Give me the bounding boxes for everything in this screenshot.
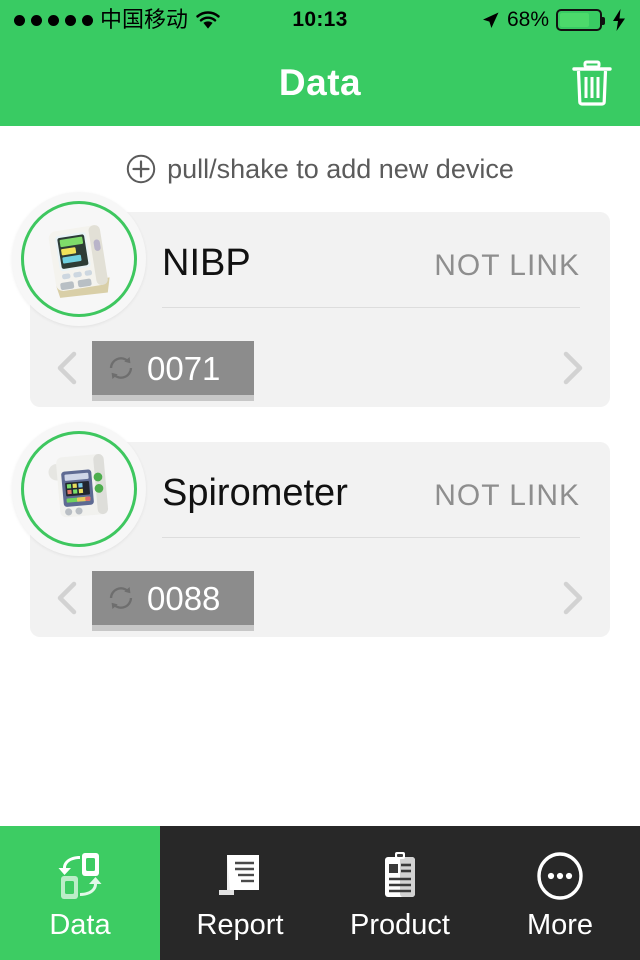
sync-refresh-icon	[106, 583, 136, 613]
spirometer-icon	[27, 435, 131, 544]
device-header: NIBP NOT LINK	[162, 212, 610, 283]
page-title: Data	[278, 62, 362, 103]
divider	[162, 307, 580, 308]
blood-pressure-monitor-icon	[27, 205, 131, 314]
tab-more-label: More	[526, 908, 594, 941]
device-card[interactable]: Spirometer NOT LINK 0088	[12, 422, 610, 637]
chevron-right-icon[interactable]	[552, 578, 592, 618]
device-list: NIBP NOT LINK 0071 Spirometer NOT LINK 0…	[0, 192, 640, 637]
chevron-left-icon[interactable]	[48, 348, 88, 388]
trash-icon[interactable]	[566, 57, 618, 109]
navigation-bar: Data	[0, 40, 640, 126]
tab-report[interactable]: Report	[160, 826, 320, 960]
device-header: Spirometer NOT LINK	[162, 442, 610, 513]
document-icon	[211, 847, 269, 905]
plus-circle-icon	[126, 154, 156, 184]
device-id-label: 0088	[147, 579, 221, 617]
sync-refresh-icon	[106, 353, 136, 383]
chevron-right-icon[interactable]	[552, 348, 592, 388]
tab-product[interactable]: Product	[320, 826, 480, 960]
status-badge: NOT LINK	[434, 479, 580, 512]
location-arrow-icon	[481, 11, 500, 30]
tab-data[interactable]: Data	[0, 826, 160, 960]
tab-more[interactable]: More	[480, 826, 640, 960]
tab-bar: Data Report Product More	[0, 826, 640, 960]
tab-report-label: Report	[196, 908, 284, 941]
device-name: NIBP	[162, 242, 251, 284]
battery-percent-label: 68%	[506, 8, 549, 31]
battery-icon	[556, 9, 605, 31]
status-bar-right: 68%	[481, 8, 626, 32]
device-name: Spirometer	[162, 472, 348, 514]
device-id-tag[interactable]: 0088	[92, 571, 254, 631]
status-badge: NOT LINK	[434, 249, 580, 282]
data-sync-icon	[51, 847, 109, 905]
lightning-bolt-icon	[612, 9, 626, 31]
avatar-ring	[21, 431, 137, 547]
add-device-hint-label: pull/shake to add new device	[167, 153, 514, 184]
divider	[162, 537, 580, 538]
status-bar: 中国移动 10:13 68%	[0, 0, 640, 40]
avatar-ring	[21, 201, 137, 317]
device-card[interactable]: NIBP NOT LINK 0071	[12, 192, 610, 407]
device-footer: 0088	[30, 559, 610, 637]
clipboard-icon	[371, 847, 429, 905]
tab-data-label: Data	[49, 908, 111, 941]
tab-product-label: Product	[350, 908, 450, 941]
ellipsis-circle-icon	[531, 847, 589, 905]
chevron-left-icon[interactable]	[48, 578, 88, 618]
avatar[interactable]	[12, 422, 146, 556]
device-id-label: 0071	[147, 349, 221, 387]
device-id-tag[interactable]: 0071	[92, 341, 254, 401]
avatar[interactable]	[12, 192, 146, 326]
device-footer: 0071	[30, 329, 610, 407]
